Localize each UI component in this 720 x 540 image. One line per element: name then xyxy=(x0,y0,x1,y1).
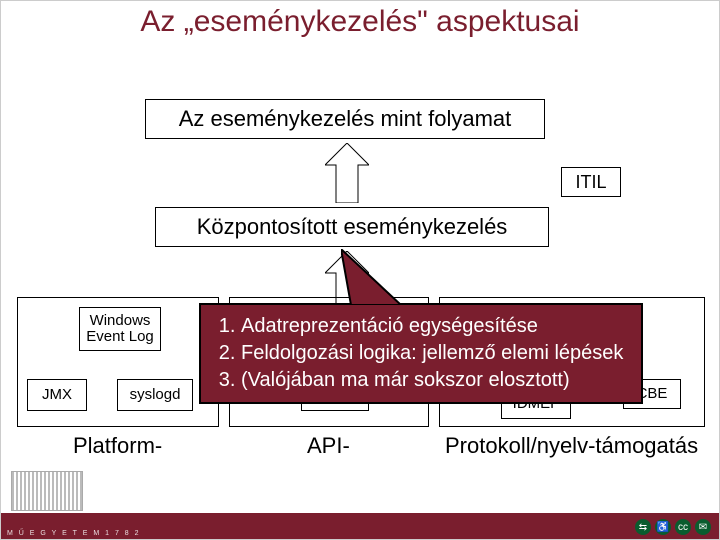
callout-item-1: Adatreprezentáció egységesítése xyxy=(241,313,627,340)
footer-left-text: M Ű E G Y E T E M 1 7 8 2 xyxy=(7,530,141,537)
label-platform: Platform- xyxy=(73,433,162,459)
box-central: Központosított eseménykezelés xyxy=(155,207,549,247)
callout-pointer xyxy=(341,249,401,305)
callout-item-3: (Valójában ma már sokszor elosztott) xyxy=(241,367,627,394)
box-itil: ITIL xyxy=(561,167,621,197)
footer-icon-2: ♿ xyxy=(655,519,671,535)
label-api: API- xyxy=(307,433,350,459)
box-winlog: Windows Event Log xyxy=(79,307,161,351)
arrow-up-1 xyxy=(325,143,369,203)
footer-icons: ⇆ ♿ cc ✉ xyxy=(635,519,711,535)
box-jmx: JMX xyxy=(27,379,87,411)
footer-icon-3: cc xyxy=(675,519,691,535)
footer-icon-4: ✉ xyxy=(695,519,711,535)
label-proto: Protokoll/nyelv-támogatás xyxy=(445,433,698,459)
callout-list: Adatreprezentáció egységesítése Feldolgo… xyxy=(215,313,627,394)
box-process: Az eseménykezelés mint folyamat xyxy=(145,99,545,139)
footer-icon-1: ⇆ xyxy=(635,519,651,535)
box-syslogd: syslogd xyxy=(117,379,193,411)
slide-logo xyxy=(11,471,83,511)
slide-title: Az „eseménykezelés" aspektusai xyxy=(1,5,719,53)
callout-central: Adatreprezentáció egységesítése Feldolgo… xyxy=(199,303,643,404)
callout-item-2: Feldolgozási logika: jellemző elemi lépé… xyxy=(241,340,627,367)
